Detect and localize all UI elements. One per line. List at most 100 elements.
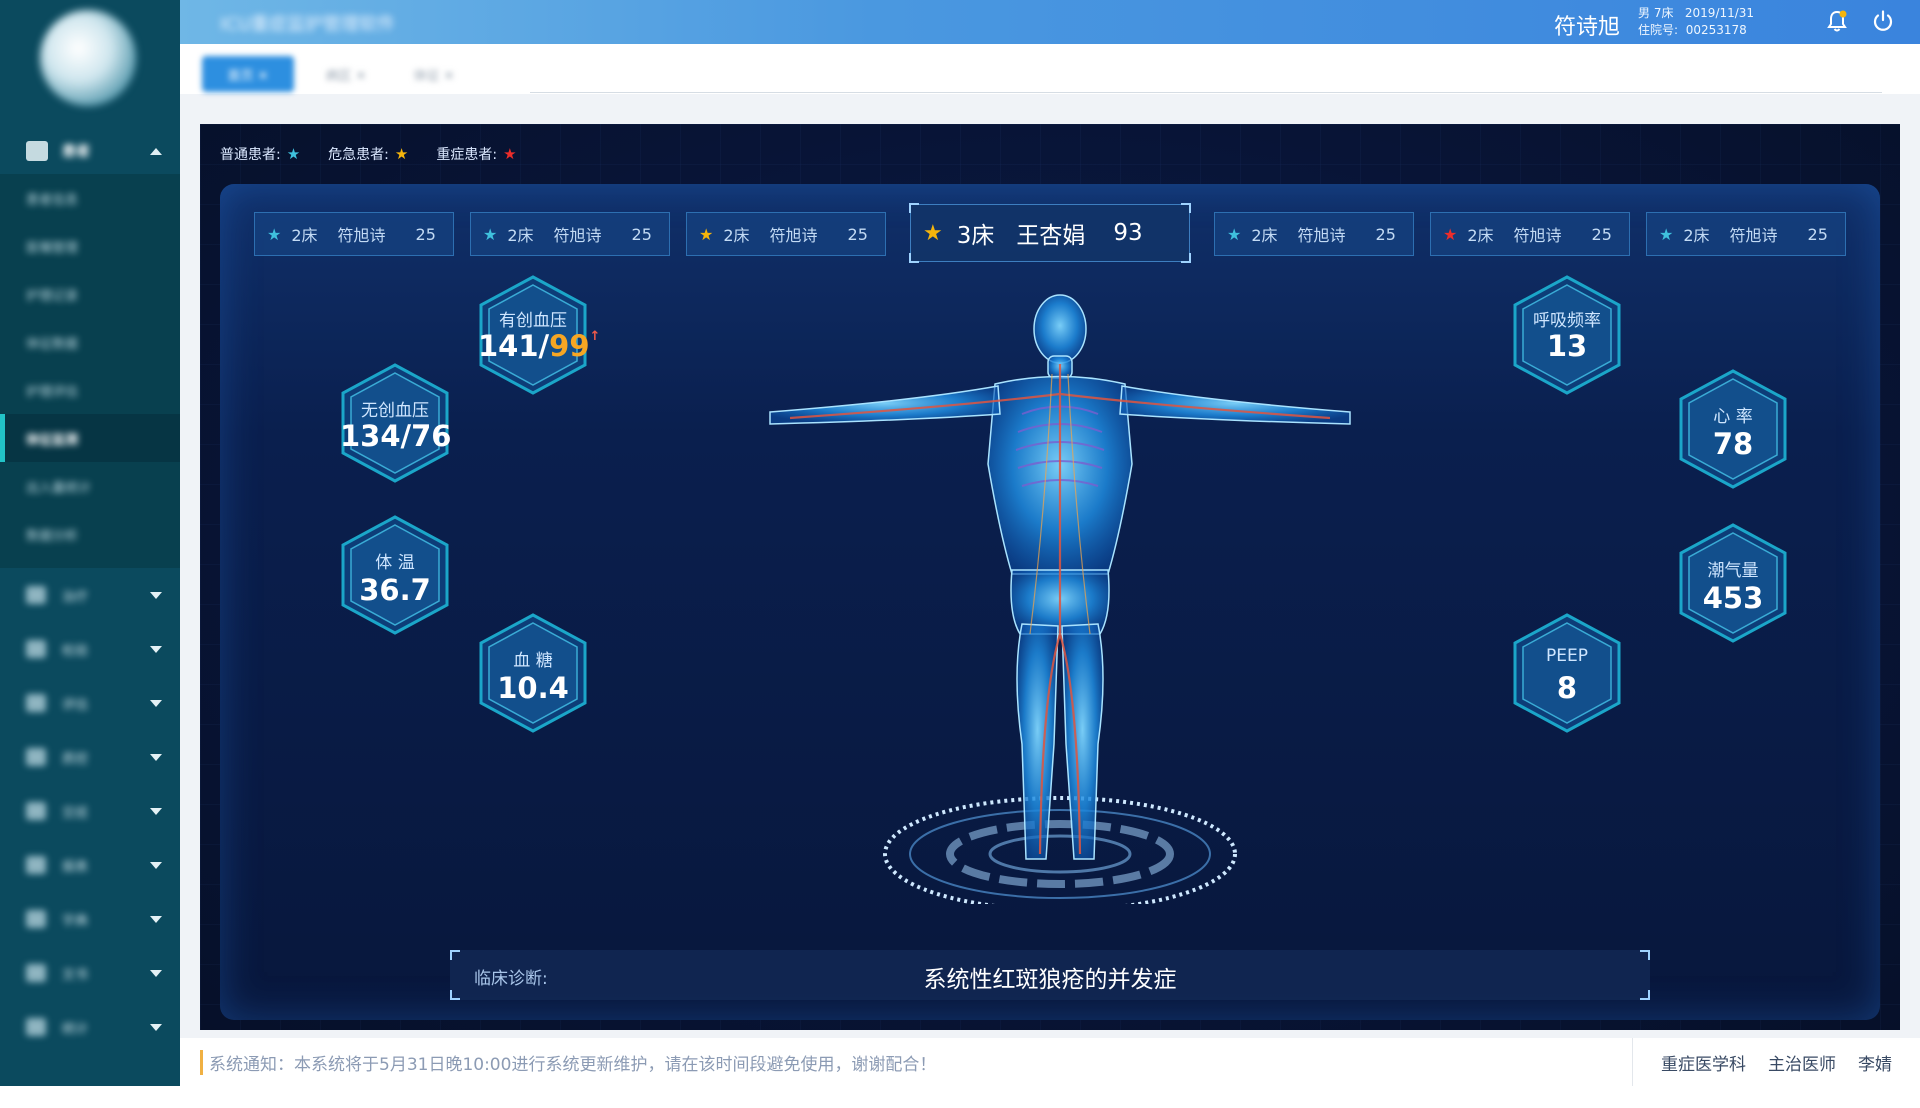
sidebar-menu-item[interactable]: 治疗 <box>0 568 180 622</box>
menu-icon <box>26 856 46 874</box>
patient-bed: 2床 <box>291 226 318 245</box>
current-patient-card[interactable]: ★ 3床 王杏娟 93 <box>909 203 1191 263</box>
doctor-name: 李婧 <box>1858 1054 1892 1075</box>
tab-vitals[interactable]: 体征 ✕ <box>394 56 474 92</box>
patient-card[interactable]: ★ 2床 符旭诗 25 <box>1214 212 1414 256</box>
sidebar-menu: 治疗 检验 评估 质控 交班 报表 字典 文书 统计 <box>0 568 180 1054</box>
clinical-diagnosis-box: 系统性红斑狼疮的并发症 临床诊断: <box>450 950 1650 1000</box>
sidebar-subitem[interactable]: 出入量统计 <box>0 462 180 510</box>
chevron-down-icon <box>150 591 162 599</box>
patient-meta: 男 7床 2019/11/31 住院号: 00253178 <box>1638 5 1754 39</box>
patient-bed: 2床 <box>1251 226 1278 245</box>
patient-bed: 2床 <box>723 226 750 245</box>
chevron-down-icon <box>150 645 162 653</box>
patient-score: 25 <box>631 224 652 244</box>
chevron-down-icon <box>150 1023 162 1031</box>
star-icon: ★ <box>1443 224 1458 244</box>
patient-score: 93 <box>1113 220 1143 246</box>
patient-card[interactable]: ★ 2床 符旭诗 25 <box>1430 212 1630 256</box>
corner-bracket <box>1181 203 1191 213</box>
power-icon[interactable] <box>1870 8 1896 34</box>
nav-group-header[interactable]: 患者 <box>0 128 180 174</box>
sidebar-menu-item[interactable]: 质控 <box>0 730 180 784</box>
tab-strip: 首页 ✕ 病区 ✕ 体征 ✕ <box>180 44 1920 94</box>
tidal-volume-value: 453 <box>1702 581 1764 615</box>
system-notice: 系统通知：本系统将于5月31日晚10:00进行系统更新维护，请在该时间段避免使用… <box>200 1050 936 1075</box>
patient-name: 符旭诗 <box>1729 226 1778 245</box>
sidebar-menu-item[interactable]: 评估 <box>0 676 180 730</box>
sidebar-menu-item[interactable]: 交班 <box>0 784 180 838</box>
menu-icon <box>26 1018 46 1036</box>
menu-icon <box>26 802 46 820</box>
corner-bracket <box>450 950 460 960</box>
status-footer: 系统通知：本系统将于5月31日晚10:00进行系统更新维护，请在该时间段避免使用… <box>180 1038 1920 1086</box>
invasive-bp-value: 141/99↑ <box>478 329 601 363</box>
sidebar-menu-item[interactable]: 字典 <box>0 892 180 946</box>
star-icon: ★ <box>267 224 282 244</box>
patient-bed: 2床 <box>507 226 534 245</box>
corner-bracket <box>1640 950 1650 960</box>
sidebar-menu-item[interactable]: 报表 <box>0 838 180 892</box>
legend-severe: 重症患者: ★ <box>436 145 517 163</box>
patient-card[interactable]: ★ 2床 符旭诗 25 <box>686 212 886 256</box>
corner-bracket <box>1181 253 1191 263</box>
tab-home[interactable]: 首页 ✕ <box>202 56 294 92</box>
patient-icon <box>26 141 48 161</box>
admission-label: 住院号: <box>1638 23 1679 37</box>
record-date: 2019/11/31 <box>1684 6 1755 20</box>
tabs-area: 首页 ✕ 病区 ✕ 体征 ✕ <box>180 44 530 100</box>
patient-name: 符旭诗 <box>337 226 386 245</box>
top-bar: ICU重症监护管理软件 符诗旭 男 7床 2019/11/31 住院号: 002… <box>180 0 1920 44</box>
sidebar-menu-item[interactable]: 统计 <box>0 1000 180 1054</box>
menu-icon <box>26 748 46 766</box>
patient-card[interactable]: ★ 2床 符旭诗 25 <box>1646 212 1846 256</box>
menu-icon <box>26 910 46 928</box>
peep-value: 8 <box>1556 671 1578 705</box>
sidebar-subitem[interactable]: 患者信息 <box>0 174 180 222</box>
footer-user-info: 重症医学科 主治医师 李婧 <box>1632 1038 1920 1086</box>
sidebar-menu-item[interactable]: 检验 <box>0 622 180 676</box>
patient-card[interactable]: ★ 2床 符旭诗 25 <box>254 212 454 256</box>
arrow-up-icon: ↑ <box>589 329 601 344</box>
patient-bed: 2床 <box>1467 226 1494 245</box>
sidebar-subitem[interactable]: 数据分析 <box>0 510 180 558</box>
patient-score: 25 <box>1807 224 1828 244</box>
chevron-down-icon <box>150 699 162 707</box>
star-icon: ★ <box>1659 224 1674 244</box>
menu-icon <box>26 586 46 604</box>
gender-bed: 男 7床 <box>1638 6 1674 20</box>
star-icon: ★ <box>699 224 714 244</box>
sidebar-menu-item[interactable]: 文书 <box>0 946 180 1000</box>
star-icon: ★ <box>923 220 943 246</box>
chevron-down-icon <box>150 861 162 869</box>
patient-name: 符旭诗 <box>769 226 818 245</box>
star-icon: ★ <box>286 145 301 163</box>
corner-bracket <box>909 203 919 213</box>
bell-icon[interactable] <box>1824 8 1850 34</box>
sidebar-subitem-active[interactable]: 体征监测 <box>0 414 180 462</box>
patient-name: 王杏娟 <box>1016 223 1086 249</box>
sidebar-subitem[interactable]: 体征数据 <box>0 318 180 366</box>
menu-icon <box>26 694 46 712</box>
doctor-role: 主治医师 <box>1768 1054 1836 1075</box>
patient-name: 符旭诗 <box>553 226 602 245</box>
sidebar-subitem[interactable]: 护理记录 <box>0 270 180 318</box>
temperature-label: 体 温 <box>375 553 415 573</box>
patient-card[interactable]: ★ 2床 符旭诗 25 <box>470 212 670 256</box>
respiratory-rate-value: 13 <box>1546 329 1588 363</box>
patient-name: 符旭诗 <box>1513 226 1562 245</box>
chevron-down-icon <box>150 915 162 923</box>
human-body-figure <box>769 294 1351 904</box>
user-name: 符诗旭 <box>1554 15 1621 40</box>
menu-icon <box>26 964 46 982</box>
sidebar-subitem[interactable]: 护理评估 <box>0 366 180 414</box>
heart-rate-value: 78 <box>1712 427 1754 461</box>
menu-icon <box>26 640 46 658</box>
tab-ward[interactable]: 病区 ✕ <box>306 56 386 92</box>
corner-bracket <box>909 253 919 263</box>
nav-group-label: 患者 <box>62 144 90 160</box>
diagnosis-label: 临床诊断: <box>474 969 548 989</box>
sidebar-subitem[interactable]: 医嘱管理 <box>0 222 180 270</box>
star-icon: ★ <box>394 145 409 163</box>
patient-score: 25 <box>415 224 436 244</box>
